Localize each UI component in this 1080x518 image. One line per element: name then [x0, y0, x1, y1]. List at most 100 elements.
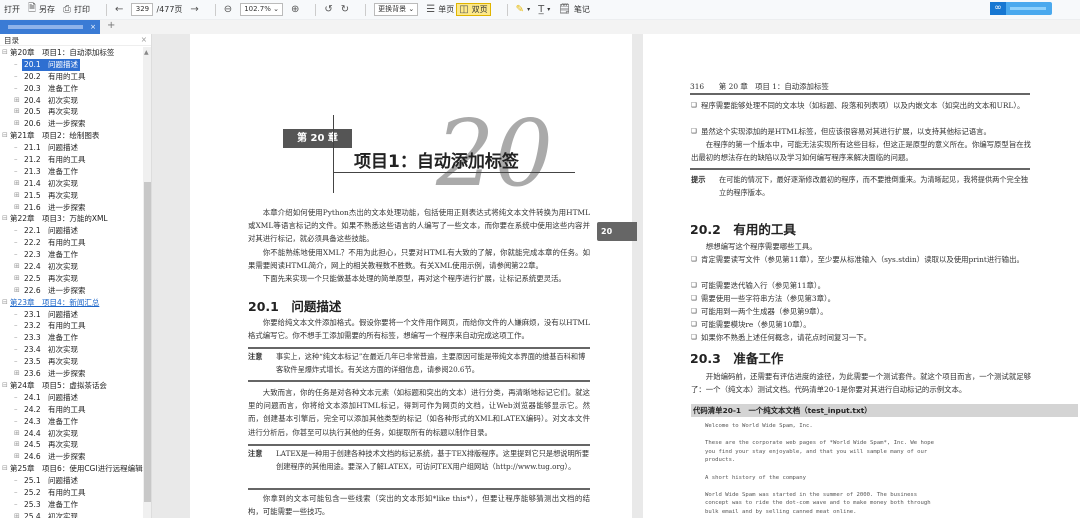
outline-item[interactable]: –23.2 有用的工具	[0, 320, 142, 332]
close-panel-icon[interactable]: ×	[141, 35, 147, 44]
expand-icon[interactable]: ⊞	[14, 511, 20, 518]
collapse-icon[interactable]: ⊟	[2, 380, 8, 392]
tree-line: –	[14, 345, 18, 354]
outline-item[interactable]: –23.1 问题描述	[0, 309, 142, 321]
expand-icon[interactable]: ⊞	[14, 451, 20, 463]
outline-item[interactable]: –22.1 问题描述	[0, 225, 142, 237]
outline-item[interactable]: ⊞ 24.6 进一步探索	[0, 451, 142, 463]
expand-icon[interactable]: ⊞	[14, 285, 20, 297]
print-button[interactable]: ⎙ 打印	[63, 4, 90, 15]
outline-chapter[interactable]: ⊟ 第21章 项目2：绘制图表	[0, 130, 142, 142]
outline-item[interactable]: –25.3 准备工作	[0, 499, 142, 511]
chapter-label: 第24章 项目5：虚拟茶话会	[10, 380, 107, 390]
outline-item[interactable]: ⊞ 20.6 进一步探索	[0, 118, 142, 130]
expand-icon[interactable]: ⊞	[14, 439, 20, 451]
outline-item[interactable]: ⊞ 23.6 进一步探索	[0, 368, 142, 380]
next-page-button[interactable]: →	[190, 4, 198, 15]
outline-item[interactable]: ⊞ 24.4 初次实现	[0, 428, 142, 440]
outline-item[interactable]: ⊞ 24.5 再次实现	[0, 439, 142, 451]
outline-item[interactable]: –23.5 再次实现	[0, 356, 142, 368]
tree-line: –	[14, 499, 18, 508]
outline-item[interactable]: –22.2 有用的工具	[0, 237, 142, 249]
collapse-icon[interactable]: ⊟	[2, 213, 8, 225]
outline-item[interactable]: ⊞ 21.5 再次实现	[0, 190, 142, 202]
outline-chapter[interactable]: ⊟ 第24章 项目5：虚拟茶话会	[0, 380, 142, 392]
collapse-icon[interactable]: ⊟	[2, 47, 8, 59]
outline-item[interactable]: –25.1 问题描述	[0, 475, 142, 487]
new-tab-button[interactable]: +	[107, 20, 115, 31]
tree-line: –	[14, 392, 18, 401]
outline-item[interactable]: ⊞ 20.4 初次实现	[0, 95, 142, 107]
outline-item[interactable]: –24.2 有用的工具	[0, 404, 142, 416]
save-as-button[interactable]: 🗎 另存	[28, 1, 55, 18]
text-icon: T̲	[538, 4, 545, 15]
rotate-left-button[interactable]: ↺	[324, 4, 332, 15]
background-select[interactable]: 更换背景 ⌄	[374, 3, 419, 16]
outline-item[interactable]: ⊞ 21.6 进一步探索	[0, 202, 142, 214]
outline-item[interactable]: –21.2 有用的工具	[0, 154, 142, 166]
document-tab[interactable]: ×	[0, 20, 100, 34]
expand-icon[interactable]: ⊞	[14, 202, 20, 214]
outline-chapter[interactable]: ⊟ 第22章 项目3：万能的XML	[0, 213, 142, 225]
divider	[248, 380, 590, 382]
expand-icon[interactable]: ⊞	[14, 178, 20, 190]
expand-icon[interactable]: ⊞	[14, 106, 20, 118]
text-tool-button[interactable]: T̲ ▾	[538, 4, 550, 15]
outline-item[interactable]: –24.1 问题描述	[0, 392, 142, 404]
prev-page-button[interactable]: ←	[115, 4, 123, 15]
note-button[interactable]: 🗒 笔记	[558, 4, 590, 15]
code-listing-title: 代码清单20-1 一个纯文本文档（test_input.txt）	[691, 404, 1078, 417]
rotate-right-button[interactable]: ↻	[341, 4, 349, 15]
outline-item-label: 24.3 准备工作	[24, 416, 78, 426]
highlighter-button[interactable]: ✎ ▾	[516, 4, 530, 15]
expand-icon[interactable]: ⊞	[14, 118, 20, 130]
zoom-in-button[interactable]: ⊕	[291, 4, 299, 15]
tab-title-blurred	[8, 25, 83, 29]
outline-scrollbar[interactable]: ▲	[143, 47, 151, 518]
scrollbar-thumb[interactable]	[144, 182, 151, 502]
collapse-icon[interactable]: ⊟	[2, 297, 8, 309]
outline-item[interactable]: ⊞ 22.6 进一步探索	[0, 285, 142, 297]
open-button[interactable]: 打开	[4, 4, 20, 15]
outline-chapter[interactable]: ⊟ 第25章 项目6：使用CGI进行远程编辑	[0, 463, 143, 475]
collapse-icon[interactable]: ⊟	[2, 130, 8, 142]
outline-item[interactable]: –20.3 准备工作	[0, 83, 142, 95]
divider	[106, 3, 108, 16]
expand-icon[interactable]: ⊞	[14, 428, 20, 440]
expand-icon[interactable]: ⊞	[14, 368, 20, 380]
double-page-button[interactable]: ◫ 双页	[456, 3, 491, 16]
outline-item[interactable]: ⊞ 22.4 初次实现	[0, 261, 142, 273]
divider	[248, 444, 590, 446]
outline-item[interactable]: –25.2 有用的工具	[0, 487, 142, 499]
outline-chapter[interactable]: ⊟ 第20章 项目1：自动添加标签	[0, 47, 142, 59]
expand-icon[interactable]: ⊞	[14, 261, 20, 273]
zoom-select[interactable]: 102.7% ⌄	[240, 3, 283, 16]
paragraph: 下面先来实现一个只能做基本处理的简单原型，再对这个程序进行扩展，让标记系统更灵活…	[262, 274, 566, 283]
page-number-input[interactable]: 329	[131, 3, 154, 16]
expand-icon[interactable]: ⊞	[14, 190, 20, 202]
tree-line: –	[14, 71, 18, 80]
outline-item[interactable]: –20.2 有用的工具	[0, 71, 142, 83]
outline-item[interactable]: ⊞ 20.5 再次实现	[0, 106, 142, 118]
scroll-up-icon[interactable]: ▲	[144, 49, 149, 56]
zoom-value: 102.7%	[244, 5, 271, 13]
expand-icon[interactable]: ⊞	[14, 95, 20, 107]
outline-item[interactable]: –20.1 问题描述	[0, 58, 142, 71]
zoom-out-button[interactable]: ⊖	[224, 4, 232, 15]
outline-item[interactable]: –24.3 准备工作	[0, 416, 142, 428]
outline-item[interactable]: ⊞ 21.4 初次实现	[0, 178, 142, 190]
outline-item[interactable]: –21.3 准备工作	[0, 166, 142, 178]
outline-item[interactable]: –22.3 准备工作	[0, 249, 142, 261]
outline-item[interactable]: ⊞ 22.5 再次实现	[0, 273, 142, 285]
outline-item[interactable]: –23.3 准备工作	[0, 332, 142, 344]
collapse-icon[interactable]: ⊟	[2, 463, 8, 475]
close-tab-icon[interactable]: ×	[90, 23, 96, 31]
outline-item[interactable]: –23.4 初次实现	[0, 344, 142, 356]
expand-icon[interactable]: ⊞	[14, 273, 20, 285]
outline-chapter[interactable]: ⊟ 第23章 项目4：新闻汇总	[0, 297, 142, 309]
single-page-button[interactable]: ☰ 单页	[426, 4, 454, 15]
outline-item[interactable]: ⊞ 25.4 初次实现	[0, 511, 142, 518]
account-button[interactable]: ∞	[990, 2, 1052, 15]
outline-item-label: 22.4 初次实现	[24, 262, 78, 272]
outline-item[interactable]: –21.1 问题描述	[0, 142, 142, 154]
